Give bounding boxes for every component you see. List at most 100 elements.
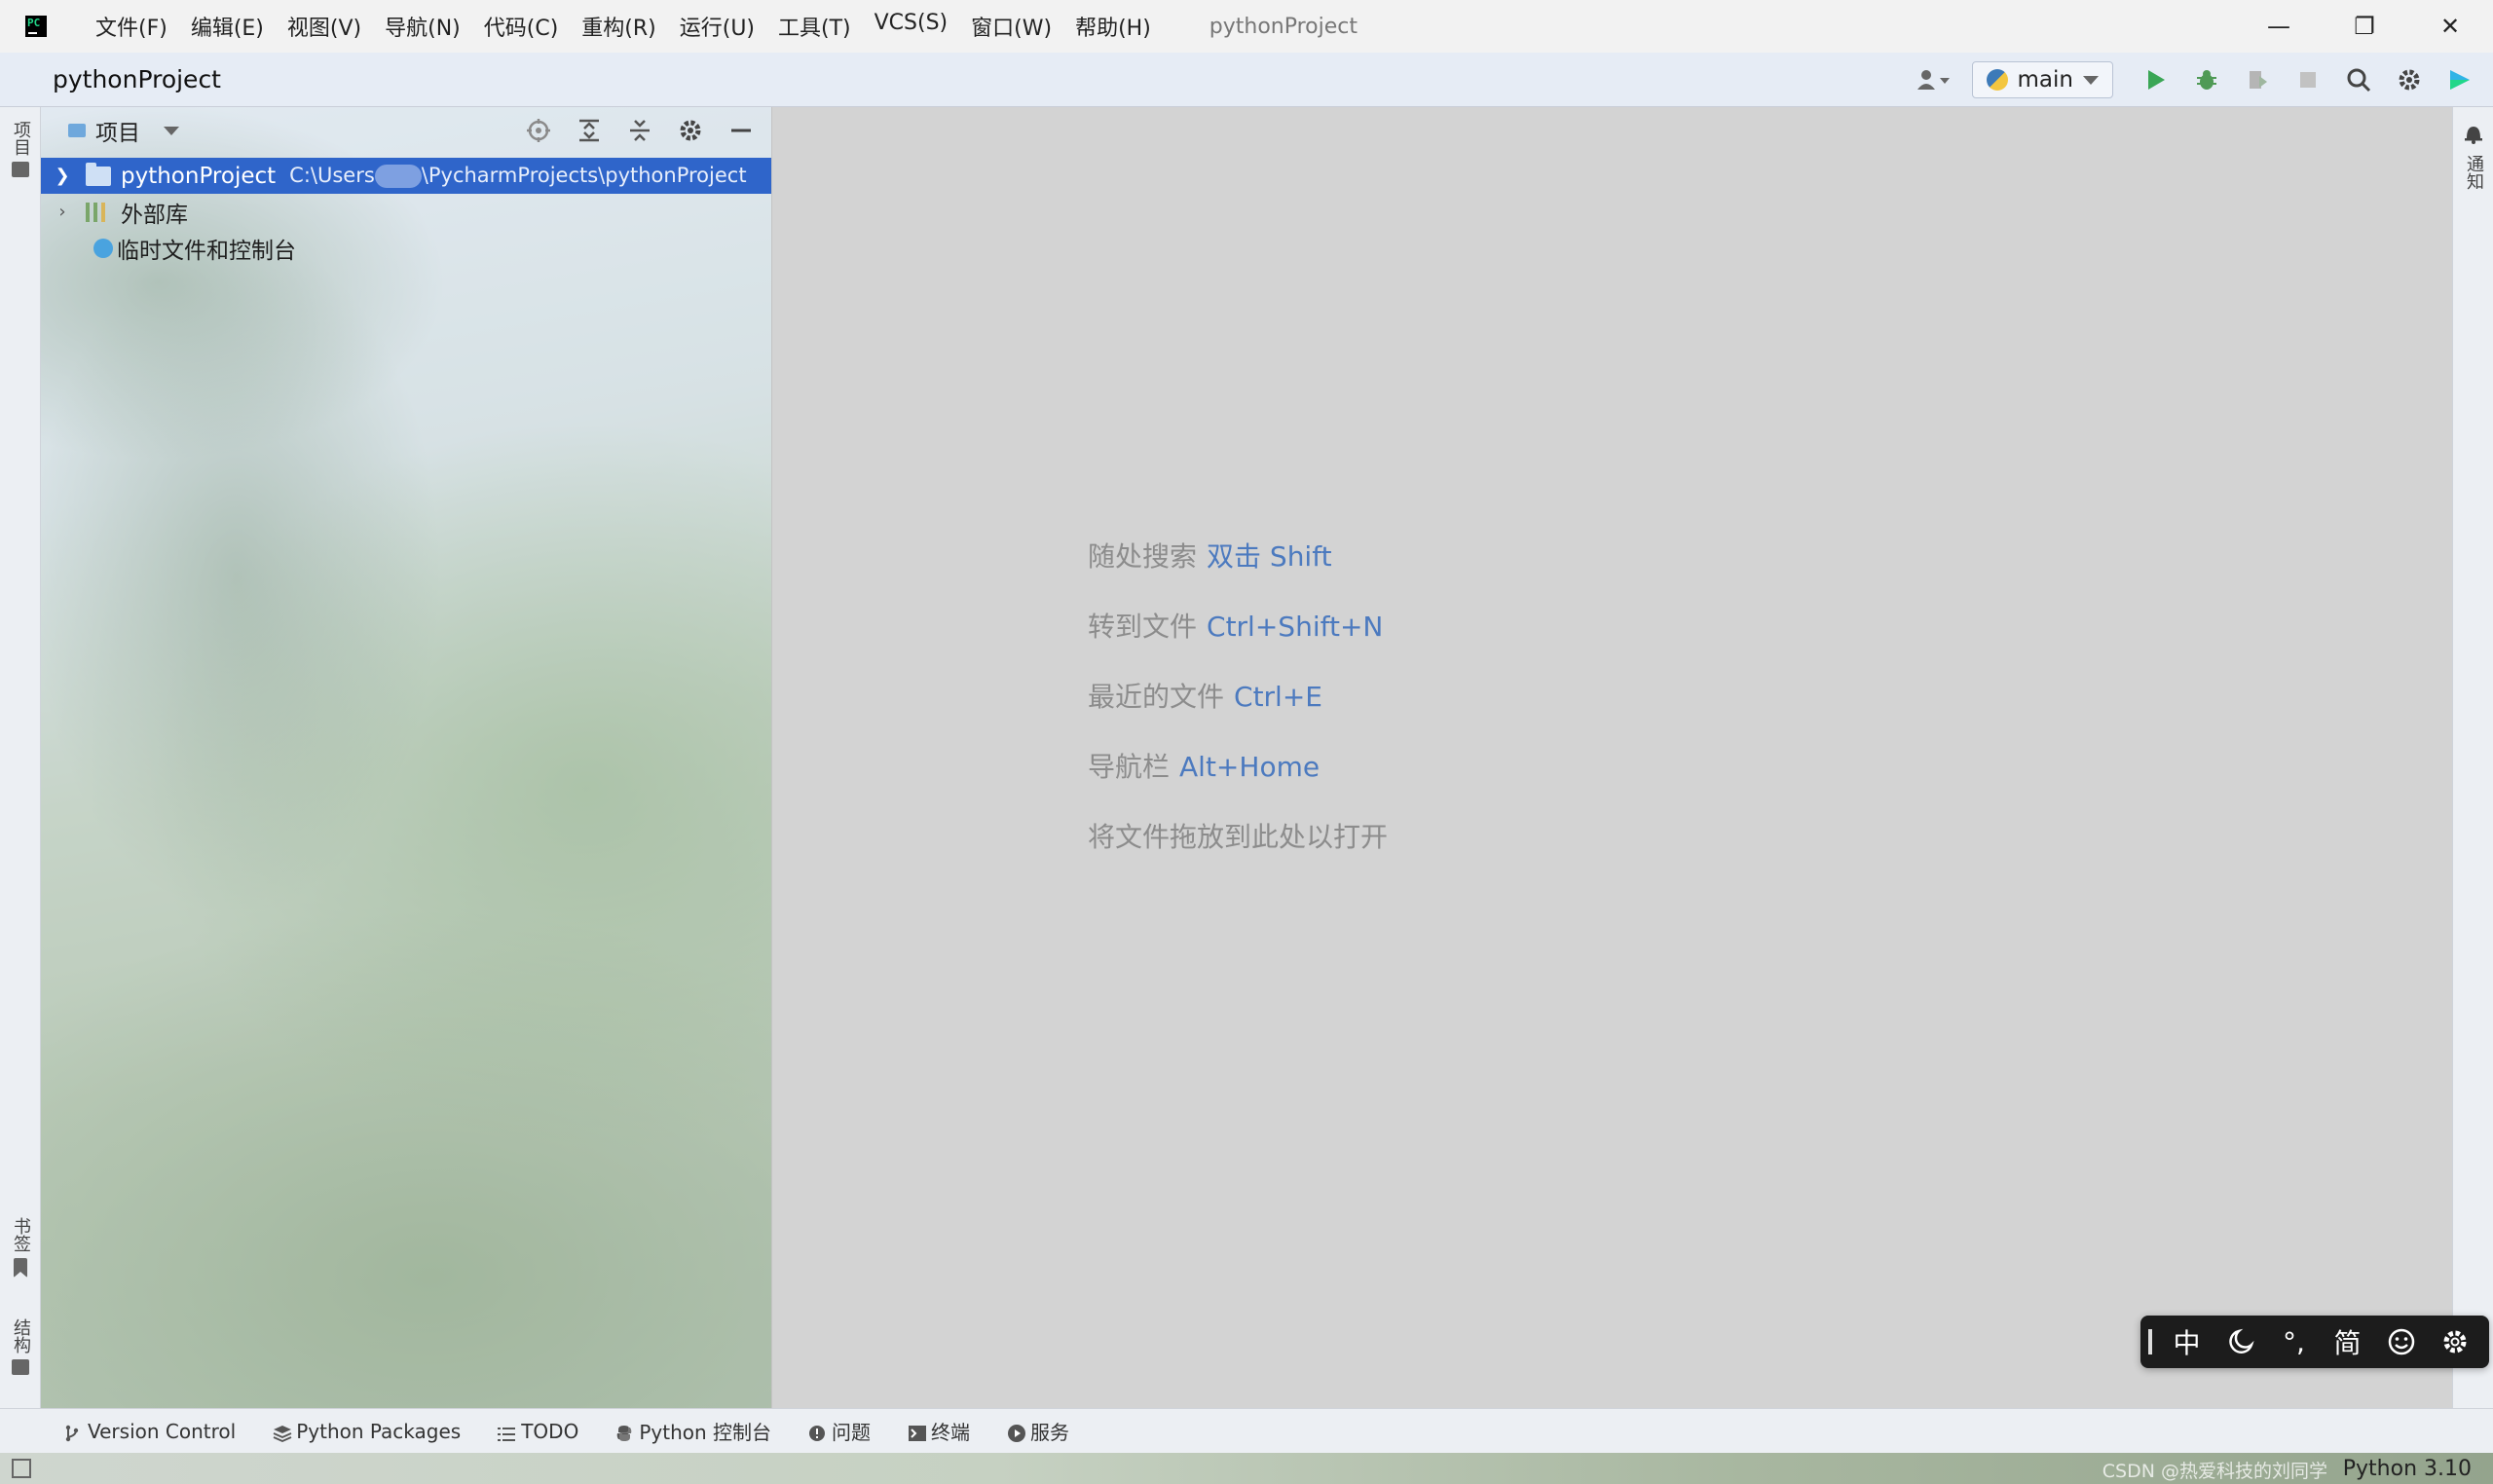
tab-todo[interactable]: TODO bbox=[490, 1420, 586, 1443]
left-tool-stripe: 项目 书签 结构 bbox=[0, 107, 41, 1408]
external-libraries-label: 外部库 bbox=[121, 202, 188, 228]
navigation-bar: pythonProject main bbox=[0, 53, 2493, 107]
hint-navigation-bar: 导航栏 Alt+Home bbox=[1088, 732, 1388, 802]
hint-label: 导航栏 bbox=[1088, 751, 1171, 783]
tree-item-project-root[interactable]: ❯ pythonProject C:\Users \PycharmProjects… bbox=[41, 158, 771, 194]
tab-terminal[interactable]: 终端 bbox=[900, 1417, 978, 1445]
chevron-down-icon bbox=[2083, 75, 2099, 85]
menu-vcs[interactable]: VCS(S) bbox=[863, 11, 960, 42]
status-bar: CSDN @热爱科技的刘同学 Python 3.10 bbox=[0, 1453, 2493, 1484]
hint-shortcut: Alt+Home bbox=[1179, 751, 1321, 783]
run-configuration-selector[interactable]: main bbox=[1971, 61, 2113, 98]
bell-icon bbox=[2464, 123, 2483, 149]
folder-icon bbox=[12, 162, 29, 177]
menu-file[interactable]: 文件(F) bbox=[84, 11, 179, 42]
hint-recent-files: 最近的文件 Ctrl+E bbox=[1088, 662, 1388, 732]
close-button[interactable]: ✕ bbox=[2407, 0, 2493, 53]
notifications-tool-label: 通知 bbox=[2464, 155, 2484, 190]
project-tool-label: 项目 bbox=[11, 121, 31, 156]
tab-problems[interactable]: 问题 bbox=[800, 1417, 878, 1445]
project-tree: ❯ pythonProject C:\Users \PycharmProjects… bbox=[41, 158, 771, 266]
editor-area[interactable]: 随处搜索 双击 Shift 转到文件 Ctrl+Shift+N 最近的文件 Ctrl+… bbox=[771, 107, 2452, 1408]
jetbrains-toolbox-icon[interactable] bbox=[2438, 58, 2481, 101]
tab-version-control-label: Version Control bbox=[88, 1419, 237, 1443]
menu-refactor[interactable]: 重构(R) bbox=[570, 11, 667, 42]
project-panel-tools bbox=[522, 107, 758, 154]
ime-simplified-toggle[interactable]: 简 bbox=[2321, 1316, 2374, 1368]
background-wallpaper bbox=[41, 107, 771, 1408]
project-panel-header: 项目 bbox=[41, 107, 771, 154]
project-panel-title: 项目 bbox=[95, 121, 140, 146]
pycharm-logo-icon[interactable]: PC bbox=[25, 16, 47, 37]
debug-icon[interactable] bbox=[2185, 58, 2228, 101]
main-toolbar: main bbox=[1906, 53, 2481, 107]
project-path-prefix: C:\Users bbox=[289, 164, 375, 187]
tab-python-packages[interactable]: Python Packages bbox=[265, 1420, 468, 1443]
scratches-label: 临时文件和控制台 bbox=[117, 238, 296, 264]
minimize-button[interactable]: — bbox=[2236, 0, 2322, 53]
notifications-tool-button[interactable]: 通知 bbox=[2453, 123, 2493, 190]
scratch-clock-icon bbox=[93, 238, 113, 258]
hint-label: 转到文件 bbox=[1088, 611, 1198, 643]
tab-python-console-label: Python 控制台 bbox=[639, 1421, 772, 1444]
menu-window[interactable]: 窗口(W) bbox=[959, 11, 1063, 42]
hint-label: 随处搜索 bbox=[1088, 540, 1198, 573]
bottom-tool-bar: Version Control Python Packages TODO Pyt… bbox=[0, 1408, 2493, 1453]
stop-icon[interactable] bbox=[2287, 58, 2329, 101]
menu-view[interactable]: 视图(V) bbox=[276, 11, 373, 42]
ime-emoji-icon[interactable] bbox=[2374, 1316, 2428, 1368]
folder-icon bbox=[68, 124, 86, 137]
tab-terminal-label: 终端 bbox=[931, 1421, 971, 1444]
python-icon bbox=[1986, 69, 2008, 91]
settings-gear-icon[interactable] bbox=[2388, 58, 2431, 101]
toggle-tool-windows-icon[interactable] bbox=[12, 1459, 31, 1478]
project-view-selector[interactable]: 项目 bbox=[68, 114, 179, 147]
python-interpreter-selector[interactable]: Python 3.10 bbox=[2343, 1457, 2472, 1481]
hint-label: 最近的文件 bbox=[1088, 681, 1225, 713]
menu-run[interactable]: 运行(U) bbox=[668, 11, 766, 42]
user-account-icon[interactable] bbox=[1906, 58, 1964, 101]
tab-services[interactable]: 服务 bbox=[999, 1417, 1077, 1445]
project-tool-button[interactable]: 项目 bbox=[0, 121, 41, 177]
ime-mode-toggle[interactable]: 中 bbox=[2160, 1316, 2214, 1368]
ime-moon-icon[interactable] bbox=[2214, 1316, 2267, 1368]
coverage-icon[interactable] bbox=[2236, 58, 2279, 101]
chevron-right-icon[interactable]: ❯ bbox=[51, 166, 74, 186]
collapse-all-icon[interactable] bbox=[623, 114, 656, 147]
restore-button[interactable]: ❐ bbox=[2322, 0, 2407, 53]
run-icon[interactable] bbox=[2135, 58, 2177, 101]
ime-toolbar: 中 °, 简 bbox=[2140, 1316, 2489, 1368]
project-breadcrumb[interactable]: pythonProject bbox=[53, 65, 221, 93]
structure-tool-button[interactable]: 结构 bbox=[0, 1318, 41, 1375]
bookmarks-tool-button[interactable]: 书签 bbox=[0, 1217, 41, 1278]
ime-settings-gear-icon[interactable] bbox=[2428, 1316, 2481, 1368]
menu-code[interactable]: 代码(C) bbox=[472, 11, 571, 42]
menu-tools[interactable]: 工具(T) bbox=[766, 11, 863, 42]
tab-python-console[interactable]: Python 控制台 bbox=[608, 1417, 779, 1445]
menu-navigate[interactable]: 导航(N) bbox=[373, 11, 472, 42]
window-title: pythonProject bbox=[1209, 14, 1358, 39]
terminal-icon bbox=[908, 1424, 927, 1441]
list-icon bbox=[498, 1424, 516, 1441]
tab-version-control[interactable]: Version Control bbox=[56, 1420, 243, 1443]
menu-bar: 文件(F) 编辑(E) 视图(V) 导航(N) 代码(C) 重构(R) 运行(U… bbox=[84, 11, 1163, 42]
layers-icon bbox=[273, 1424, 292, 1442]
bookmarks-tool-label: 书签 bbox=[11, 1217, 31, 1252]
hint-drop-files: 将文件拖放到此处以打开 bbox=[1088, 802, 1388, 872]
chevron-right-icon[interactable]: › bbox=[51, 202, 74, 222]
search-icon[interactable] bbox=[2337, 58, 2380, 101]
tree-item-scratches[interactable]: 临时文件和控制台 bbox=[41, 230, 771, 266]
tree-item-external-libraries[interactable]: › 外部库 bbox=[41, 194, 771, 230]
git-branch-icon bbox=[64, 1424, 80, 1441]
panel-options-gear-icon[interactable] bbox=[674, 114, 707, 147]
menu-edit[interactable]: 编辑(E) bbox=[179, 11, 276, 42]
redacted-username bbox=[374, 165, 422, 188]
menu-help[interactable]: 帮助(H) bbox=[1063, 11, 1163, 42]
locate-file-icon[interactable] bbox=[522, 114, 555, 147]
ime-drag-handle[interactable] bbox=[2148, 1329, 2152, 1354]
expand-all-icon[interactable] bbox=[573, 114, 606, 147]
hide-panel-icon[interactable] bbox=[725, 114, 758, 147]
structure-tool-label: 结构 bbox=[11, 1318, 31, 1354]
run-config-label: main bbox=[2017, 67, 2073, 93]
ime-punctuation-toggle[interactable]: °, bbox=[2267, 1316, 2321, 1368]
